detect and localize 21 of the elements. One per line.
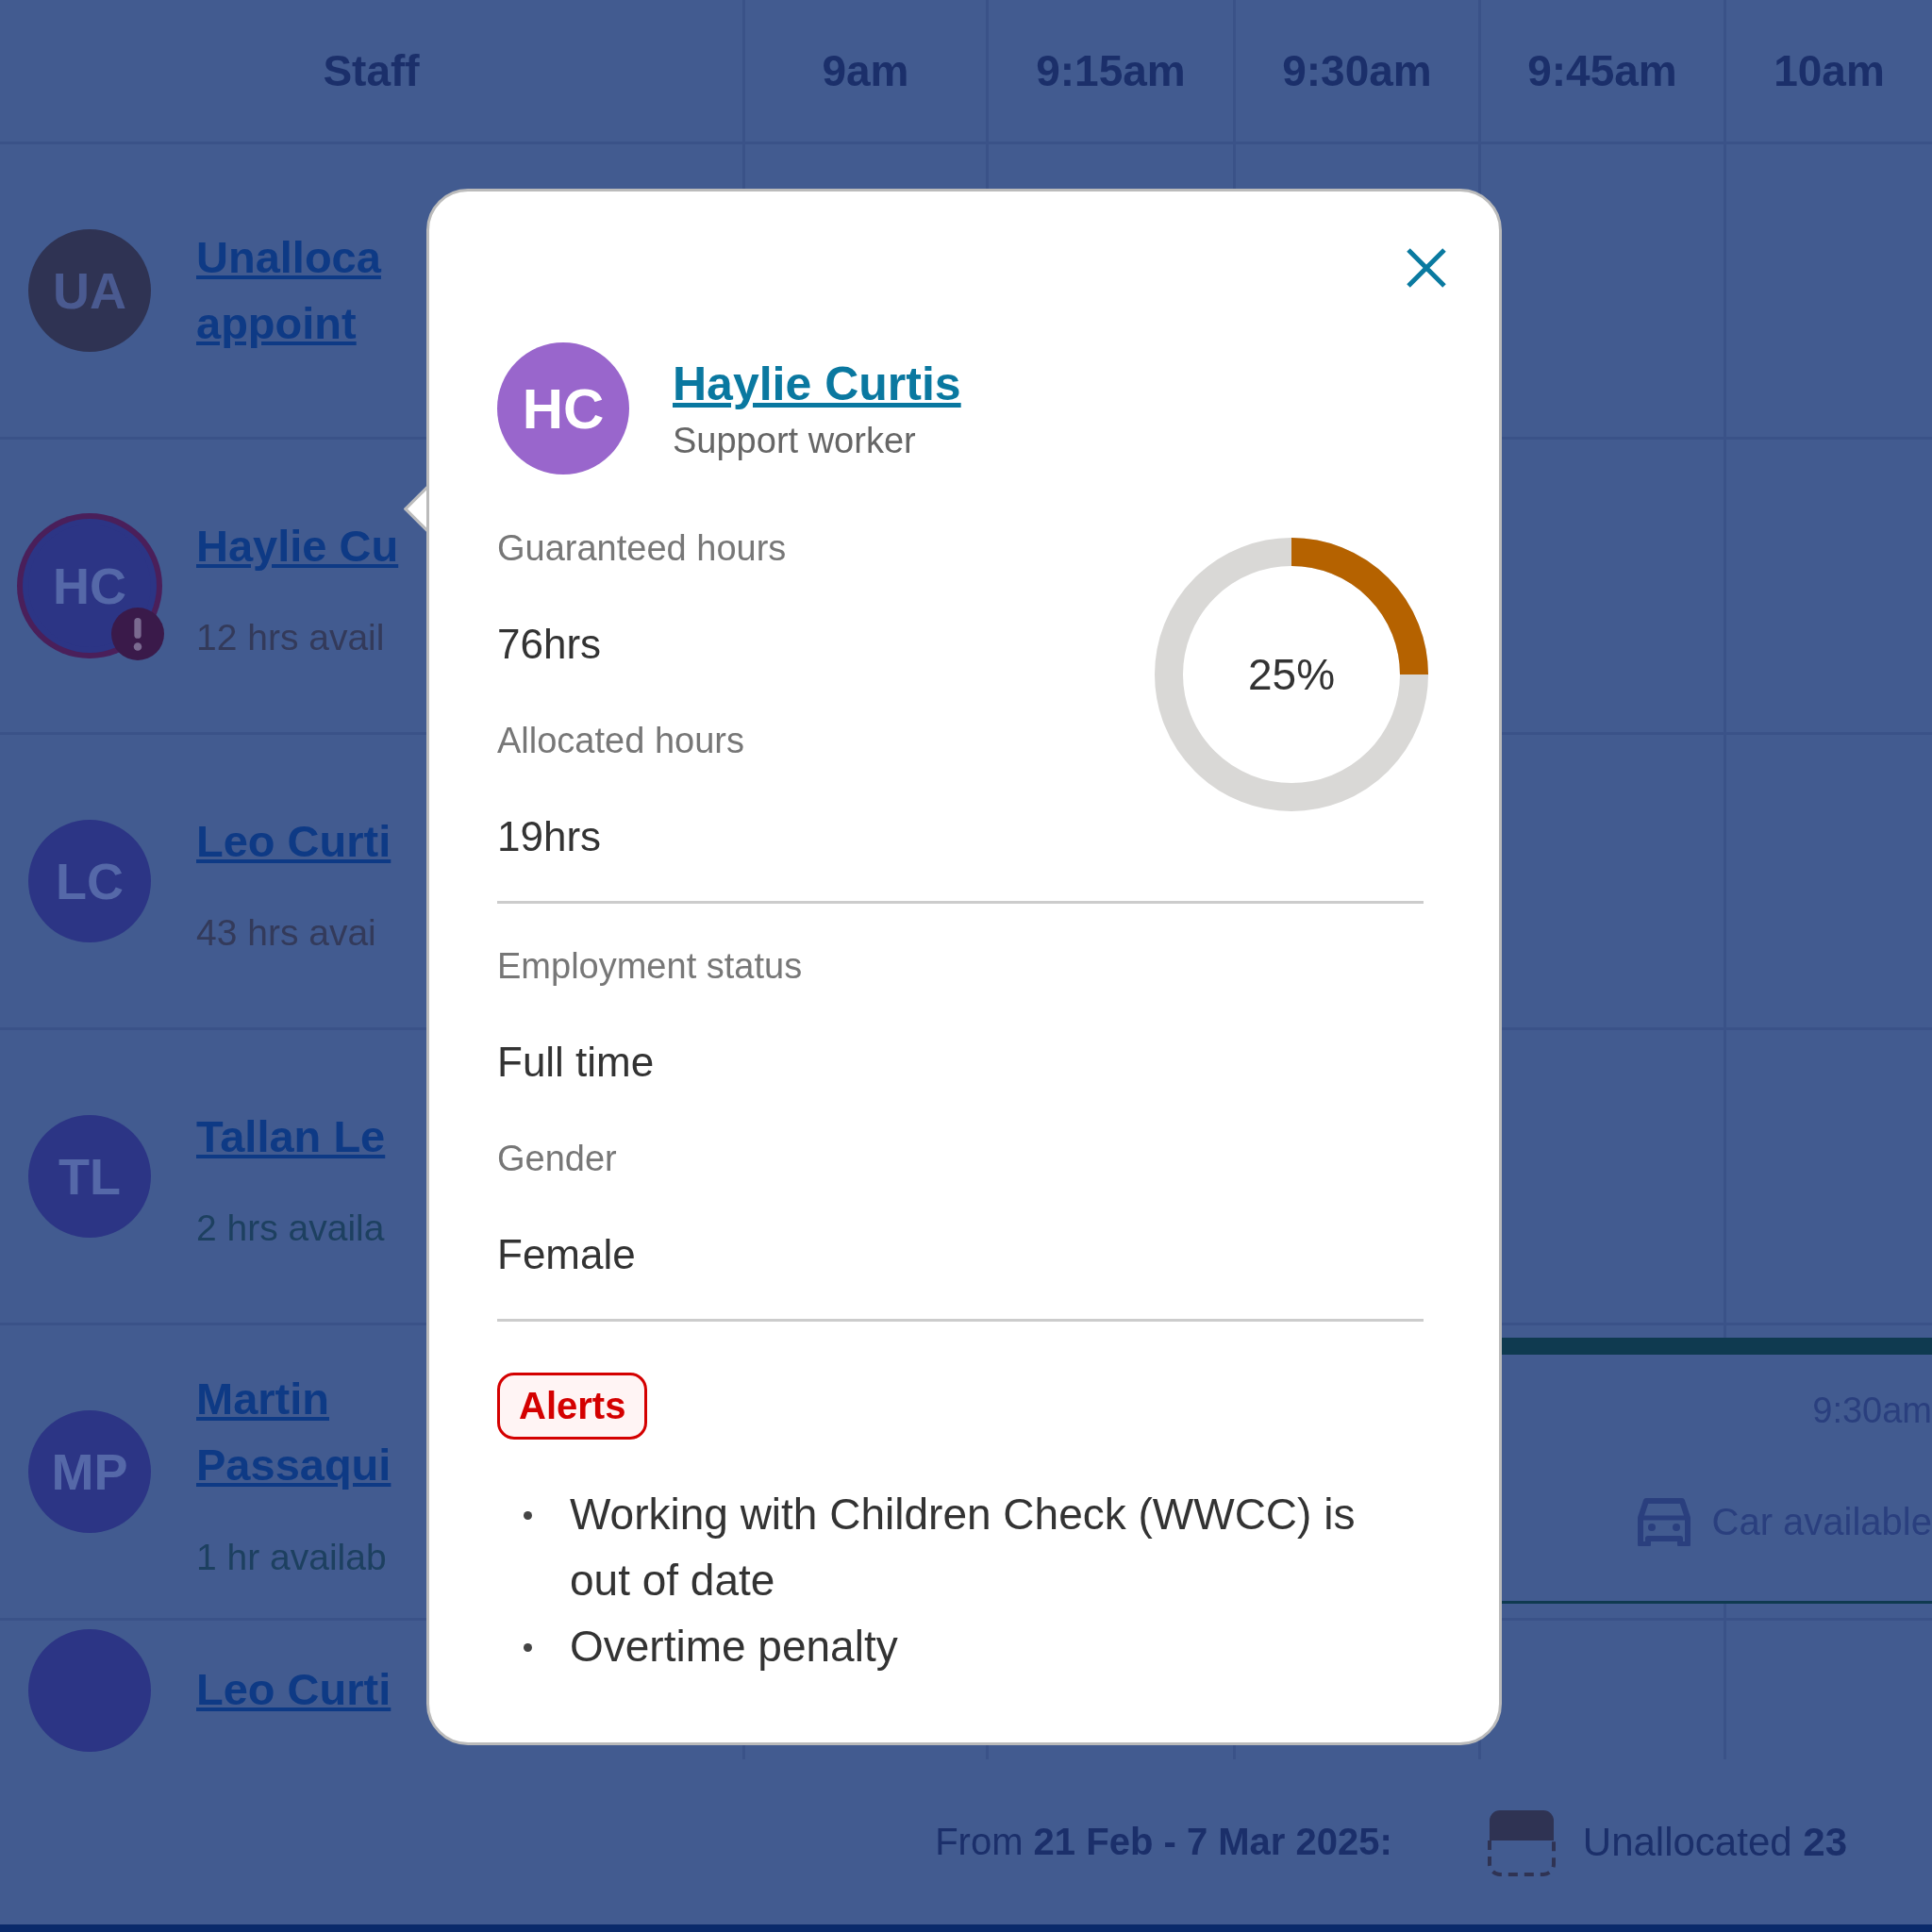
alert-text: Working with Children Check (WWCC) is out of date (570, 1489, 1357, 1607)
field-value: 19hrs (497, 812, 603, 861)
field-label: Allocated hours (497, 720, 745, 762)
field-label: Guaranteed hours (497, 527, 787, 570)
field-label: Gender (497, 1138, 618, 1180)
field-value: Female (497, 1230, 637, 1279)
avatar: HC (497, 342, 629, 475)
staff-name-link[interactable]: Haylie Curtis (673, 356, 961, 411)
field-value: Full time (497, 1038, 656, 1087)
alert-icon (111, 608, 164, 660)
alerts-tag: Alerts (497, 1373, 648, 1440)
bullet-icon (524, 1511, 532, 1520)
role-text: Support worker (673, 420, 917, 461)
avatar: UA (28, 229, 151, 352)
field-value: 76hrs (497, 620, 603, 669)
car-icon (1636, 1497, 1691, 1546)
bullet-icon (524, 1643, 532, 1652)
field-label: Employment status (497, 945, 804, 988)
percent-text: 25% (1247, 649, 1336, 700)
close-icon[interactable] (1405, 246, 1448, 290)
alert-text: Overtime penalty (570, 1621, 899, 1673)
